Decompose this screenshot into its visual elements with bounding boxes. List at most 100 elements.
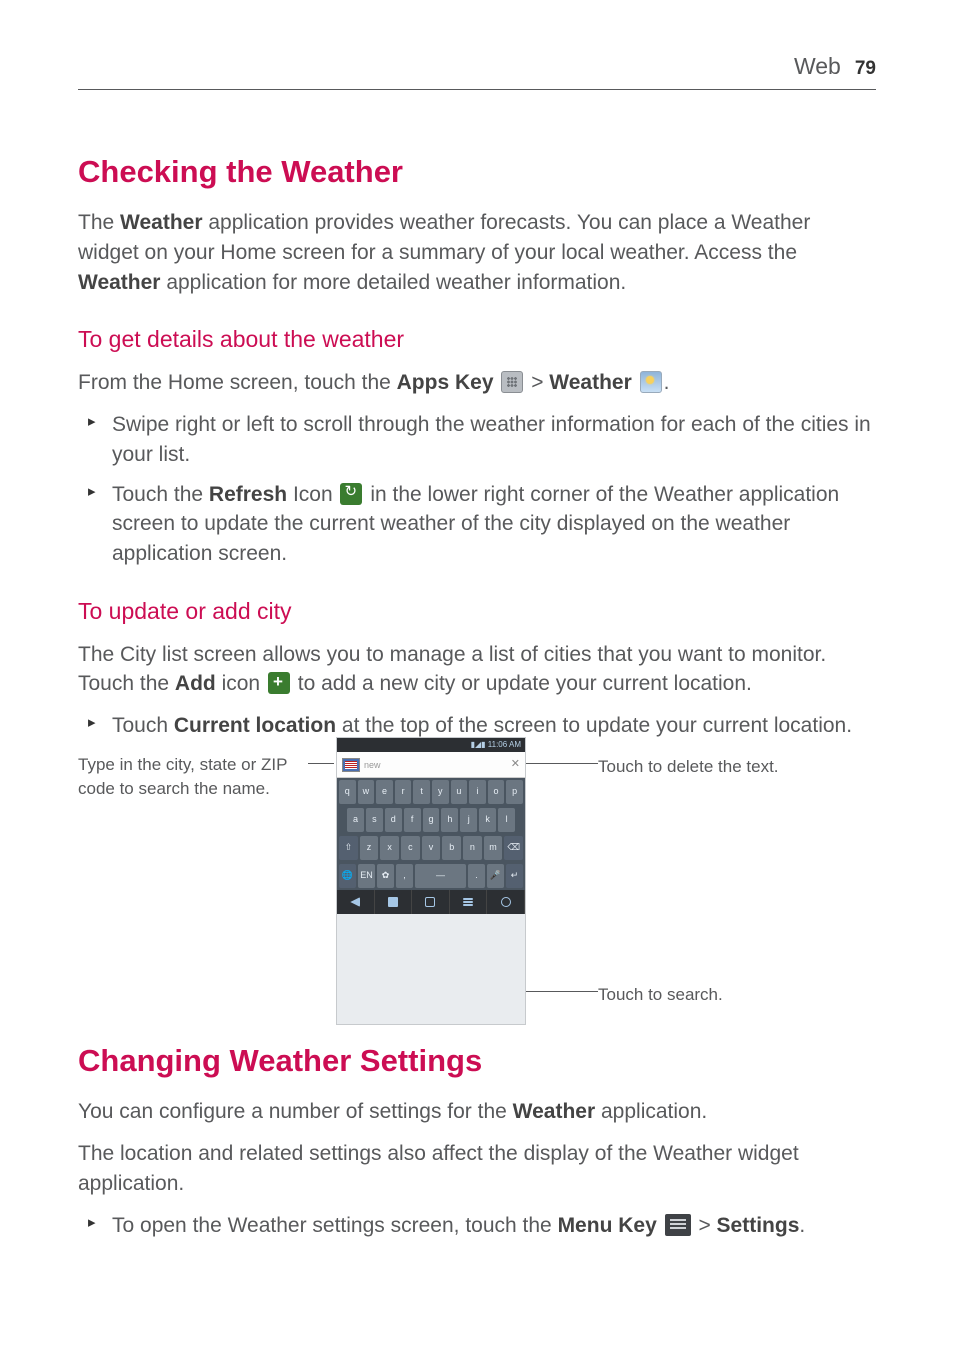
keyboard-key[interactable]: ⌫ bbox=[504, 836, 523, 860]
menu-key-bold: Menu Key bbox=[558, 1214, 657, 1237]
nav-back-icon[interactable] bbox=[337, 890, 375, 914]
leader-line bbox=[520, 763, 598, 764]
city-list-paragraph: The City list screen allows you to manag… bbox=[78, 640, 876, 700]
refresh-icon bbox=[340, 483, 362, 505]
flag-icon bbox=[342, 758, 360, 772]
caption-delete-text: Touch to delete the text. bbox=[598, 755, 848, 779]
weather-bold: Weather bbox=[549, 371, 631, 394]
keyboard-key[interactable]: — bbox=[415, 864, 466, 888]
weather-icon bbox=[640, 371, 662, 393]
keyboard-key[interactable]: ✿ bbox=[377, 864, 394, 888]
text: application for more detailed weather in… bbox=[160, 271, 626, 294]
configure-paragraph: You can configure a number of settings f… bbox=[78, 1097, 876, 1127]
keyboard-key[interactable]: j bbox=[460, 808, 477, 832]
text: to add a new city or update your current… bbox=[292, 672, 752, 695]
keyboard-key[interactable]: v bbox=[422, 836, 441, 860]
keyboard-key[interactable]: ⇧ bbox=[339, 836, 358, 860]
caption-touch-search: Touch to search. bbox=[598, 983, 798, 1007]
keyboard-key[interactable]: 🌐 bbox=[339, 864, 356, 888]
keyboard-key[interactable]: f bbox=[404, 808, 421, 832]
city-search-input[interactable] bbox=[364, 760, 507, 770]
keyboard: qwertyuiop asdfghjkl ⇧zxcvbnm⌫ 🌐EN✿,—.🎤↵ bbox=[337, 778, 525, 890]
add-icon bbox=[268, 672, 290, 694]
clear-text-icon[interactable]: ✕ bbox=[511, 757, 520, 773]
page-number: 79 bbox=[855, 56, 876, 83]
heading-checking-weather: Checking the Weather bbox=[78, 150, 876, 194]
heading-changing-settings: Changing Weather Settings bbox=[78, 1039, 876, 1083]
text: From the Home screen, touch the bbox=[78, 371, 397, 394]
subheading-update-add: To update or add city bbox=[78, 595, 876, 628]
search-bar: ✕ bbox=[337, 752, 525, 778]
apps-key-icon bbox=[501, 371, 523, 393]
text: You can configure a number of settings f… bbox=[78, 1100, 513, 1123]
keyboard-key[interactable]: ↵ bbox=[506, 864, 523, 888]
text: . bbox=[664, 371, 670, 394]
apps-key-bold: Apps Key bbox=[397, 371, 494, 394]
keyboard-key[interactable]: b bbox=[442, 836, 461, 860]
keyboard-key[interactable]: . bbox=[468, 864, 485, 888]
keyboard-key[interactable]: q bbox=[339, 780, 356, 804]
text: at the top of the screen to update your … bbox=[336, 714, 852, 737]
nav-bar bbox=[337, 890, 525, 914]
keyboard-key[interactable]: , bbox=[396, 864, 413, 888]
keyboard-key[interactable]: y bbox=[432, 780, 449, 804]
phone-mock: ▮◢▮ 11:06 AM ✕ qwertyuiop asdfghjkl ⇧zxc… bbox=[336, 737, 526, 1025]
weather-bold: Weather bbox=[513, 1100, 595, 1123]
keyboard-key[interactable]: p bbox=[506, 780, 523, 804]
location-settings-paragraph: The location and related settings also a… bbox=[78, 1139, 876, 1199]
keyboard-key[interactable]: i bbox=[469, 780, 486, 804]
subheading-get-details: To get details about the weather bbox=[78, 323, 876, 356]
section-label: Web bbox=[794, 50, 841, 83]
nav-recent-icon[interactable] bbox=[412, 890, 450, 914]
page-header: Web 79 bbox=[78, 50, 876, 90]
list-item: Touch the Refresh Icon in the lower righ… bbox=[112, 480, 876, 569]
bullet-list-settings: To open the Weather settings screen, tou… bbox=[78, 1211, 876, 1241]
keyboard-key[interactable]: a bbox=[347, 808, 364, 832]
keyboard-key[interactable]: n bbox=[463, 836, 482, 860]
figure-weather-keyboard: Type in the city, state or ZIP code to s… bbox=[78, 751, 876, 1021]
text: > bbox=[698, 1214, 716, 1237]
text: Touch the bbox=[112, 483, 209, 506]
keyboard-key[interactable]: s bbox=[366, 808, 383, 832]
status-bar: ▮◢▮ 11:06 AM bbox=[337, 738, 525, 752]
text: Icon bbox=[287, 483, 338, 506]
refresh-bold: Refresh bbox=[209, 483, 287, 506]
nav-menu-icon[interactable] bbox=[450, 890, 488, 914]
list-item: Swipe right or left to scroll through th… bbox=[112, 410, 876, 470]
nav-home-icon[interactable] bbox=[375, 890, 413, 914]
keyboard-key[interactable]: o bbox=[488, 780, 505, 804]
weather-bold: Weather bbox=[78, 271, 160, 294]
list-item: To open the Weather settings screen, tou… bbox=[112, 1211, 876, 1241]
text: Touch bbox=[112, 714, 174, 737]
keyboard-key[interactable]: u bbox=[451, 780, 468, 804]
leader-line bbox=[308, 763, 334, 764]
keyboard-key[interactable]: m bbox=[484, 836, 503, 860]
keyboard-key[interactable]: EN bbox=[358, 864, 375, 888]
keyboard-key[interactable]: z bbox=[360, 836, 379, 860]
keyboard-key[interactable]: 🎤 bbox=[487, 864, 504, 888]
keyboard-key[interactable]: g bbox=[423, 808, 440, 832]
nav-search-icon[interactable] bbox=[487, 890, 525, 914]
keyboard-key[interactable]: l bbox=[498, 808, 515, 832]
signal-icon: ▮◢▮ bbox=[471, 740, 488, 749]
bullet-list-details: Swipe right or left to scroll through th… bbox=[78, 410, 876, 569]
keyboard-key[interactable]: x bbox=[380, 836, 399, 860]
keyboard-key[interactable]: w bbox=[358, 780, 375, 804]
text: > bbox=[531, 371, 549, 394]
caption-type-city: Type in the city, state or ZIP code to s… bbox=[78, 753, 308, 801]
text: The bbox=[78, 211, 120, 234]
text: To open the Weather settings screen, tou… bbox=[112, 1214, 558, 1237]
text: application. bbox=[595, 1100, 707, 1123]
menu-key-icon bbox=[665, 1214, 691, 1236]
keyboard-key[interactable]: r bbox=[395, 780, 412, 804]
leader-line bbox=[526, 991, 598, 992]
current-location-bold: Current location bbox=[174, 714, 336, 737]
text: icon bbox=[216, 672, 266, 695]
keyboard-key[interactable]: e bbox=[376, 780, 393, 804]
add-bold: Add bbox=[175, 672, 216, 695]
keyboard-key[interactable]: k bbox=[479, 808, 496, 832]
keyboard-key[interactable]: h bbox=[441, 808, 458, 832]
keyboard-key[interactable]: c bbox=[401, 836, 420, 860]
keyboard-key[interactable]: t bbox=[413, 780, 430, 804]
keyboard-key[interactable]: d bbox=[385, 808, 402, 832]
